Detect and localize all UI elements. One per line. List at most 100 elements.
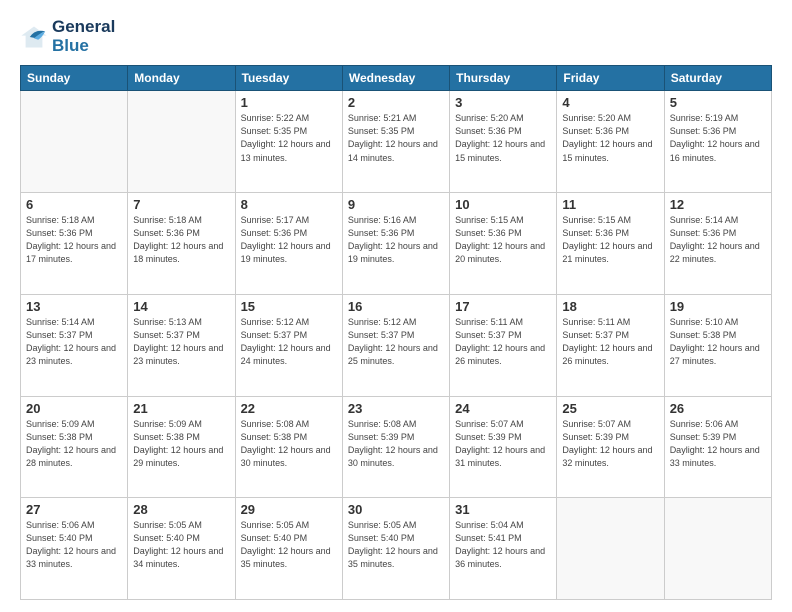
day-number: 7 (133, 197, 229, 212)
logo: General Blue (20, 18, 115, 55)
calendar-cell: 21 Sunrise: 5:09 AMSunset: 5:38 PMDayligh… (128, 396, 235, 498)
day-info: Sunrise: 5:09 AMSunset: 5:38 PMDaylight:… (133, 418, 229, 470)
calendar-cell: 22Sunrise: 5:08 AMSunset: 5:38 PMDayligh… (235, 396, 342, 498)
day-info: Sunrise: 5:15 AMSunset: 5:36 PMDaylight:… (455, 214, 551, 266)
day-info: Sunrise: 5:19 AMSunset: 5:36 PMDaylight:… (670, 112, 766, 164)
day-number: 9 (348, 197, 444, 212)
day-number: 19 (670, 299, 766, 314)
day-info: Sunrise: 5:10 AMSunset: 5:38 PMDaylight:… (670, 316, 766, 368)
day-number: 29 (241, 502, 337, 517)
calendar-cell: 11 Sunrise: 5:15 AMSunset: 5:36 PMDayligh… (557, 193, 664, 295)
calendar-week-2: 6 Sunrise: 5:18 AMSunset: 5:36 PMDaylight… (21, 193, 772, 295)
day-number: 12 (670, 197, 766, 212)
calendar-cell (21, 91, 128, 193)
calendar-header-row: SundayMondayTuesdayWednesdayThursdayFrid… (21, 66, 772, 91)
day-number: 6 (26, 197, 122, 212)
day-number: 10 (455, 197, 551, 212)
day-number: 8 (241, 197, 337, 212)
calendar-cell (664, 498, 771, 600)
calendar-week-1: 1 Sunrise: 5:22 AMSunset: 5:35 PMDaylight… (21, 91, 772, 193)
day-number: 17 (455, 299, 551, 314)
calendar-cell: 2 Sunrise: 5:21 AMSunset: 5:35 PMDaylight… (342, 91, 449, 193)
calendar-cell: 1 Sunrise: 5:22 AMSunset: 5:35 PMDaylight… (235, 91, 342, 193)
calendar-cell: 10 Sunrise: 5:15 AMSunset: 5:36 PMDayligh… (450, 193, 557, 295)
day-info: Sunrise: 5:21 AMSunset: 5:35 PMDaylight:… (348, 112, 444, 164)
calendar-cell: 6 Sunrise: 5:18 AMSunset: 5:36 PMDaylight… (21, 193, 128, 295)
day-number: 20 (26, 401, 122, 416)
day-number: 15 (241, 299, 337, 314)
calendar-cell: 12 Sunrise: 5:14 AMSunset: 5:36 PMDayligh… (664, 193, 771, 295)
day-info: Sunrise: 5:14 AMSunset: 5:36 PMDaylight:… (670, 214, 766, 266)
calendar-week-3: 13Sunrise: 5:14 AMSunset: 5:37 PMDayligh… (21, 294, 772, 396)
calendar-header-sunday: Sunday (21, 66, 128, 91)
calendar-cell (557, 498, 664, 600)
day-info: Sunrise: 5:08 AMSunset: 5:39 PMDaylight:… (348, 418, 444, 470)
day-number: 25 (562, 401, 658, 416)
day-number: 26 (670, 401, 766, 416)
day-info: Sunrise: 5:18 AMSunset: 5:36 PMDaylight:… (26, 214, 122, 266)
calendar-cell: 27Sunrise: 5:06 AMSunset: 5:40 PMDayligh… (21, 498, 128, 600)
day-info: Sunrise: 5:07 AMSunset: 5:39 PMDaylight:… (562, 418, 658, 470)
day-info: Sunrise: 5:08 AMSunset: 5:38 PMDaylight:… (241, 418, 337, 470)
day-info: Sunrise: 5:05 AMSunset: 5:40 PMDaylight:… (348, 519, 444, 571)
calendar-cell: 14 Sunrise: 5:13 AMSunset: 5:37 PMDayligh… (128, 294, 235, 396)
calendar-cell: 5 Sunrise: 5:19 AMSunset: 5:36 PMDaylight… (664, 91, 771, 193)
page: General Blue SundayMondayTuesdayWednesda… (0, 0, 792, 612)
day-number: 18 (562, 299, 658, 314)
day-info: Sunrise: 5:11 AMSunset: 5:37 PMDaylight:… (562, 316, 658, 368)
calendar-cell: 24 Sunrise: 5:07 AMSunset: 5:39 PMDayligh… (450, 396, 557, 498)
calendar-cell: 9 Sunrise: 5:16 AMSunset: 5:36 PMDaylight… (342, 193, 449, 295)
calendar-header-wednesday: Wednesday (342, 66, 449, 91)
calendar-cell: 20 Sunrise: 5:09 AMSunset: 5:38 PMDayligh… (21, 396, 128, 498)
day-number: 13 (26, 299, 122, 314)
day-number: 31 (455, 502, 551, 517)
day-number: 14 (133, 299, 229, 314)
day-number: 11 (562, 197, 658, 212)
header: General Blue (20, 18, 772, 55)
day-info: Sunrise: 5:15 AMSunset: 5:36 PMDaylight:… (562, 214, 658, 266)
day-info: Sunrise: 5:20 AMSunset: 5:36 PMDaylight:… (455, 112, 551, 164)
calendar-header-tuesday: Tuesday (235, 66, 342, 91)
day-info: Sunrise: 5:07 AMSunset: 5:39 PMDaylight:… (455, 418, 551, 470)
calendar-header-saturday: Saturday (664, 66, 771, 91)
calendar-cell: 7Sunrise: 5:18 AMSunset: 5:36 PMDaylight… (128, 193, 235, 295)
calendar-cell (128, 91, 235, 193)
day-number: 1 (241, 95, 337, 110)
day-number: 2 (348, 95, 444, 110)
day-info: Sunrise: 5:04 AMSunset: 5:41 PMDaylight:… (455, 519, 551, 571)
day-number: 3 (455, 95, 551, 110)
day-number: 21 (133, 401, 229, 416)
day-info: Sunrise: 5:06 AMSunset: 5:40 PMDaylight:… (26, 519, 122, 571)
day-info: Sunrise: 5:06 AMSunset: 5:39 PMDaylight:… (670, 418, 766, 470)
day-number: 24 (455, 401, 551, 416)
day-number: 16 (348, 299, 444, 314)
day-info: Sunrise: 5:05 AMSunset: 5:40 PMDaylight:… (241, 519, 337, 571)
calendar-cell: 19 Sunrise: 5:10 AMSunset: 5:38 PMDayligh… (664, 294, 771, 396)
day-info: Sunrise: 5:11 AMSunset: 5:37 PMDaylight:… (455, 316, 551, 368)
day-number: 30 (348, 502, 444, 517)
calendar-cell: 18 Sunrise: 5:11 AMSunset: 5:37 PMDayligh… (557, 294, 664, 396)
day-info: Sunrise: 5:05 AMSunset: 5:40 PMDaylight:… (133, 519, 229, 571)
day-number: 28 (133, 502, 229, 517)
day-info: Sunrise: 5:16 AMSunset: 5:36 PMDaylight:… (348, 214, 444, 266)
day-info: Sunrise: 5:17 AMSunset: 5:36 PMDaylight:… (241, 214, 337, 266)
day-info: Sunrise: 5:20 AMSunset: 5:36 PMDaylight:… (562, 112, 658, 164)
calendar-cell: 15Sunrise: 5:12 AMSunset: 5:37 PMDayligh… (235, 294, 342, 396)
day-info: Sunrise: 5:09 AMSunset: 5:38 PMDaylight:… (26, 418, 122, 470)
calendar-cell: 17 Sunrise: 5:11 AMSunset: 5:37 PMDayligh… (450, 294, 557, 396)
logo-icon (20, 23, 48, 51)
calendar-table: SundayMondayTuesdayWednesdayThursdayFrid… (20, 65, 772, 600)
calendar-cell: 13Sunrise: 5:14 AMSunset: 5:37 PMDayligh… (21, 294, 128, 396)
calendar-cell: 8 Sunrise: 5:17 AMSunset: 5:36 PMDaylight… (235, 193, 342, 295)
logo-text: General Blue (52, 18, 115, 55)
day-number: 5 (670, 95, 766, 110)
day-number: 4 (562, 95, 658, 110)
calendar-header-thursday: Thursday (450, 66, 557, 91)
calendar-cell: 30 Sunrise: 5:05 AMSunset: 5:40 PMDayligh… (342, 498, 449, 600)
calendar-cell: 23Sunrise: 5:08 AMSunset: 5:39 PMDayligh… (342, 396, 449, 498)
calendar-cell: 26 Sunrise: 5:06 AMSunset: 5:39 PMDayligh… (664, 396, 771, 498)
calendar-cell: 3 Sunrise: 5:20 AMSunset: 5:36 PMDaylight… (450, 91, 557, 193)
day-info: Sunrise: 5:13 AMSunset: 5:37 PMDaylight:… (133, 316, 229, 368)
day-info: Sunrise: 5:12 AMSunset: 5:37 PMDaylight:… (348, 316, 444, 368)
day-info: Sunrise: 5:22 AMSunset: 5:35 PMDaylight:… (241, 112, 337, 164)
